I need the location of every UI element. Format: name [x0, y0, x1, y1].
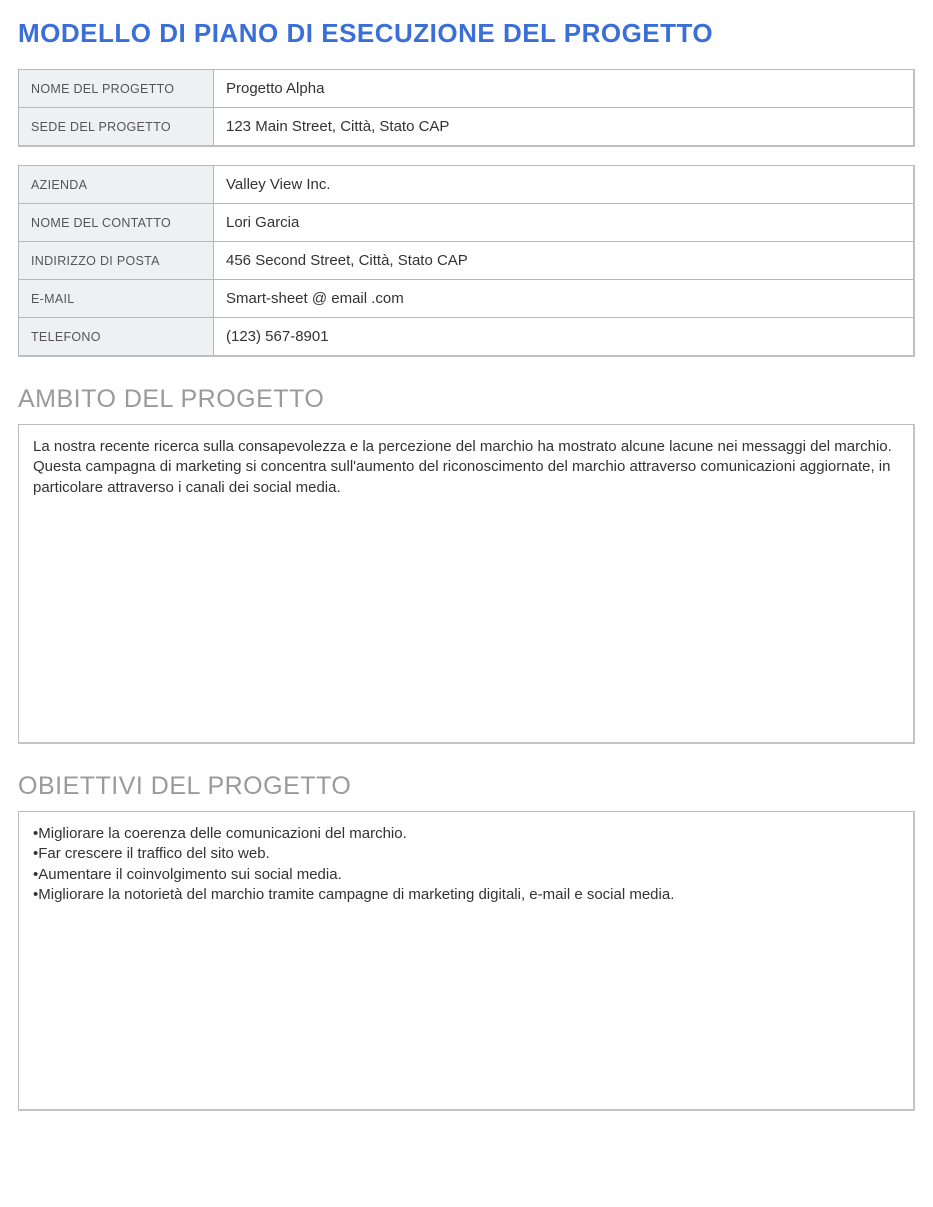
table-row: E-MAIL Smart-sheet @ email .com [19, 280, 915, 318]
company-label: AZIENDA [19, 166, 214, 204]
table-row: SEDE DEL PROGETTO 123 Main Street, Città… [19, 108, 915, 147]
email-label: E-MAIL [19, 280, 214, 318]
scope-heading: AMBITO DEL PROGETTO [18, 385, 915, 414]
table-row: NOME DEL CONTATTO Lori Garcia [19, 204, 915, 242]
project-location-value: 123 Main Street, Città, Stato CAP [214, 108, 915, 147]
contact-name-label: NOME DEL CONTATTO [19, 204, 214, 242]
contact-info-table: AZIENDA Valley View Inc. NOME DEL CONTAT… [18, 165, 915, 357]
objective-item: •Migliorare la coerenza delle comunicazi… [33, 824, 899, 844]
table-row: NOME DEL PROGETTO Progetto Alpha [19, 70, 915, 108]
company-value: Valley View Inc. [214, 166, 915, 204]
document-title: MODELLO DI PIANO DI ESECUZIONE DEL PROGE… [18, 18, 915, 49]
objectives-content-box: •Migliorare la coerenza delle comunicazi… [18, 811, 915, 1111]
phone-value: (123) 567-8901 [214, 318, 915, 357]
project-info-table: NOME DEL PROGETTO Progetto Alpha SEDE DE… [18, 69, 915, 147]
objective-item: •Aumentare il coinvolgimento sui social … [33, 865, 899, 885]
scope-content-box: La nostra recente ricerca sulla consapev… [18, 424, 915, 744]
table-row: TELEFONO (123) 567-8901 [19, 318, 915, 357]
contact-name-value: Lori Garcia [214, 204, 915, 242]
project-location-label: SEDE DEL PROGETTO [19, 108, 214, 147]
phone-label: TELEFONO [19, 318, 214, 357]
mailing-address-label: INDIRIZZO DI POSTA [19, 242, 214, 280]
table-row: INDIRIZZO DI POSTA 456 Second Street, Ci… [19, 242, 915, 280]
scope-text: La nostra recente ricerca sulla consapev… [33, 438, 892, 496]
email-value: Smart-sheet @ email .com [214, 280, 915, 318]
objectives-heading: OBIETTIVI DEL PROGETTO [18, 772, 915, 801]
mailing-address-value: 456 Second Street, Città, Stato CAP [214, 242, 915, 280]
project-name-label: NOME DEL PROGETTO [19, 70, 214, 108]
objective-item: •Migliorare la notorietà del marchio tra… [33, 885, 899, 905]
project-name-value: Progetto Alpha [214, 70, 915, 108]
objective-item: •Far crescere il traffico del sito web. [33, 844, 899, 864]
table-row: AZIENDA Valley View Inc. [19, 166, 915, 204]
